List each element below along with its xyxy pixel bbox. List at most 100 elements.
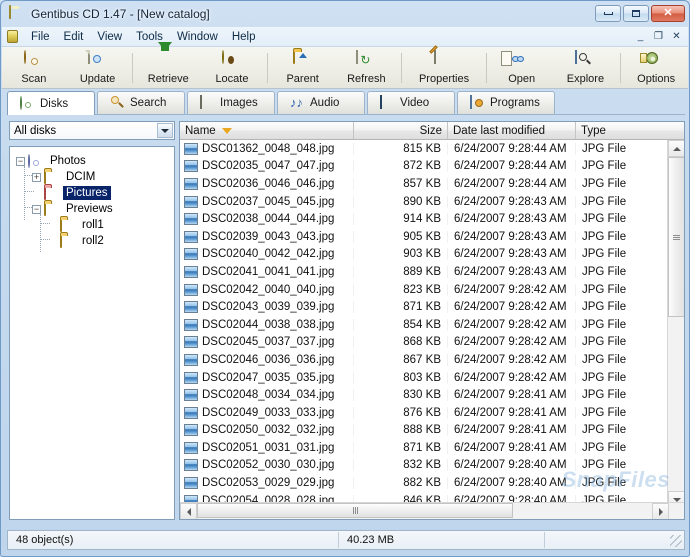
collapse-icon[interactable]: − xyxy=(32,204,41,214)
column-header-size[interactable]: Size xyxy=(354,122,448,139)
file-name-cell: DSC02041_0041_041.jpg xyxy=(180,265,354,278)
file-name-cell: DSC01362_0048_048.jpg xyxy=(180,142,354,155)
table-row[interactable]: DSC02042_0040_040.jpg 823 KB 6/24/2007 9:2… xyxy=(180,281,667,299)
table-row[interactable]: DSC01362_0048_048.jpg 815 KB 6/24/2007 9:2… xyxy=(180,140,667,158)
table-row[interactable]: DSC02049_0033_033.jpg 876 KB 6/24/2007 9:2… xyxy=(180,404,667,422)
tab-disks-label: Disks xyxy=(40,97,69,110)
parent-button[interactable]: Parent xyxy=(271,48,335,88)
tree-item-roll1[interactable]: roll1 xyxy=(10,217,174,233)
column-header-name[interactable]: Name xyxy=(180,122,354,139)
column-header-name-label: Name xyxy=(185,124,216,137)
jpg-file-icon xyxy=(184,371,198,384)
retrieve-button[interactable]: Retrieve xyxy=(136,41,200,88)
update-button[interactable]: Update xyxy=(66,48,130,88)
maximize-button[interactable] xyxy=(623,5,649,22)
jpg-file-icon xyxy=(184,230,198,243)
column-header-date[interactable]: Date last modified xyxy=(448,122,576,139)
table-row[interactable]: DSC02037_0045_045.jpg 890 KB 6/24/2007 9:2… xyxy=(180,193,667,211)
jpg-file-icon xyxy=(184,424,198,437)
table-row[interactable]: DSC02035_0047_047.jpg 872 KB 6/24/2007 9:2… xyxy=(180,158,667,176)
tab-programs[interactable]: Programs xyxy=(457,91,555,114)
scroll-right-button[interactable] xyxy=(652,503,669,519)
horizontal-scrollbar[interactable] xyxy=(180,502,684,519)
vertical-scrollbar-thumb[interactable] xyxy=(668,157,684,317)
refresh-button[interactable]: ↻ Refresh xyxy=(335,48,399,88)
menu-item-file[interactable]: File xyxy=(24,29,57,45)
audio-notes-icon: ♪♪ xyxy=(290,95,303,110)
table-row[interactable]: DSC02044_0038_038.jpg 854 KB 6/24/2007 9:2… xyxy=(180,316,667,334)
tree-item-roll2[interactable]: roll2 xyxy=(10,233,174,249)
menu-bar: File Edit View Tools Window Help _ ❐ ✕ xyxy=(2,27,688,47)
file-size-cell: 890 KB xyxy=(354,195,448,208)
jpg-file-icon xyxy=(184,353,198,366)
table-row[interactable]: DSC02038_0044_044.jpg 914 KB 6/24/2007 9:2… xyxy=(180,210,667,228)
locate-button[interactable]: Locate xyxy=(200,48,264,88)
table-row[interactable]: DSC02046_0036_036.jpg 867 KB 6/24/2007 9:2… xyxy=(180,351,667,369)
table-row[interactable]: DSC02050_0032_032.jpg 888 KB 6/24/2007 9:2… xyxy=(180,422,667,440)
table-row[interactable]: DSC02053_0029_029.jpg 882 KB 6/24/2007 9:2… xyxy=(180,474,667,492)
file-type-cell: JPG File xyxy=(582,177,627,190)
horizontal-scrollbar-thumb[interactable] xyxy=(197,503,513,518)
menu-item-view[interactable]: View xyxy=(90,29,129,45)
mdi-close-button[interactable]: ✕ xyxy=(669,29,684,44)
retrieve-button-label: Retrieve xyxy=(147,72,189,85)
scroll-left-button[interactable] xyxy=(180,503,197,519)
file-date-cell: 6/24/2007 9:28:40 AM xyxy=(448,477,576,490)
file-type-cell: JPG File xyxy=(582,459,627,472)
tab-disks[interactable]: Disks xyxy=(7,91,95,115)
tab-images[interactable]: Images xyxy=(187,91,275,114)
table-row[interactable]: DSC02041_0041_041.jpg 889 KB 6/24/2007 9:2… xyxy=(180,263,667,281)
disk-selector-dropdown[interactable]: All disks xyxy=(9,121,175,140)
table-row[interactable]: DSC02040_0042_042.jpg 903 KB 6/24/2007 9:2… xyxy=(180,246,667,264)
table-row[interactable]: DSC02048_0034_034.jpg 830 KB 6/24/2007 9:2… xyxy=(180,386,667,404)
file-list-rows[interactable]: DSC01362_0048_048.jpg 815 KB 6/24/2007 9:2… xyxy=(180,140,667,508)
vertical-scrollbar[interactable] xyxy=(667,140,684,508)
file-name-cell: DSC02037_0045_045.jpg xyxy=(180,195,354,208)
file-type-cell: JPG File xyxy=(582,283,627,296)
toolbar-separator xyxy=(485,52,487,83)
table-row[interactable]: DSC02052_0030_030.jpg 832 KB 6/24/2007 9:2… xyxy=(180,457,667,475)
tab-search[interactable]: Search xyxy=(97,91,185,114)
toolbar-separator xyxy=(132,52,134,83)
properties-icon xyxy=(429,44,454,71)
resize-grip-icon[interactable] xyxy=(670,535,682,547)
menu-item-window[interactable]: Window xyxy=(170,29,225,45)
menu-item-edit[interactable]: Edit xyxy=(57,29,91,45)
minimize-button[interactable] xyxy=(595,5,621,22)
scroll-up-button[interactable] xyxy=(668,140,684,157)
tab-images-label: Images xyxy=(220,97,258,109)
table-row[interactable]: DSC02039_0043_043.jpg 905 KB 6/24/2007 9:2… xyxy=(180,228,667,246)
table-row[interactable]: DSC02036_0046_046.jpg 857 KB 6/24/2007 9:2… xyxy=(180,175,667,193)
tab-video[interactable]: Video xyxy=(367,91,455,114)
mdi-restore-button[interactable]: ❐ xyxy=(651,29,666,44)
properties-button[interactable]: Properties xyxy=(405,44,483,88)
collapse-icon[interactable]: − xyxy=(16,156,25,166)
tree-item-previews[interactable]: − Previews xyxy=(10,201,174,217)
open-button[interactable]: Open xyxy=(490,48,554,88)
jpg-file-icon xyxy=(184,406,198,419)
folder-tree[interactable]: − Photos + DCIM Pictures − Previews roll… xyxy=(9,146,175,520)
tree-item-pictures[interactable]: Pictures xyxy=(10,185,174,201)
tree-item-dcim[interactable]: + DCIM xyxy=(10,169,174,185)
table-row[interactable]: DSC02043_0039_039.jpg 871 KB 6/24/2007 9:2… xyxy=(180,298,667,316)
status-extra xyxy=(545,531,684,549)
tree-item-photos[interactable]: − Photos xyxy=(10,153,174,169)
file-name-label: DSC02040_0042_042.jpg xyxy=(202,248,335,261)
table-row[interactable]: DSC02047_0035_035.jpg 803 KB 6/24/2007 9:2… xyxy=(180,369,667,387)
file-type-cell: JPG File xyxy=(582,424,627,437)
disk-selector-value: All disks xyxy=(14,124,57,137)
table-row[interactable]: DSC02051_0031_031.jpg 871 KB 6/24/2007 9:2… xyxy=(180,439,667,457)
menu-item-help[interactable]: Help xyxy=(225,29,263,45)
options-button[interactable]: Options xyxy=(624,48,688,88)
close-button[interactable]: ✕ xyxy=(651,5,685,22)
toolbar-separator xyxy=(620,52,622,83)
scan-button-label: Scan xyxy=(21,72,47,85)
scan-button[interactable]: Scan xyxy=(2,48,66,88)
explore-button[interactable]: Explore xyxy=(554,48,618,88)
chevron-down-icon[interactable] xyxy=(157,123,173,138)
column-header-type[interactable]: Type xyxy=(576,122,667,139)
expand-icon[interactable]: + xyxy=(32,172,41,182)
table-row[interactable]: DSC02045_0037_037.jpg 868 KB 6/24/2007 9:2… xyxy=(180,334,667,352)
mdi-minimize-button[interactable]: _ xyxy=(633,29,648,44)
tab-audio[interactable]: ♪♪ Audio xyxy=(277,91,365,114)
